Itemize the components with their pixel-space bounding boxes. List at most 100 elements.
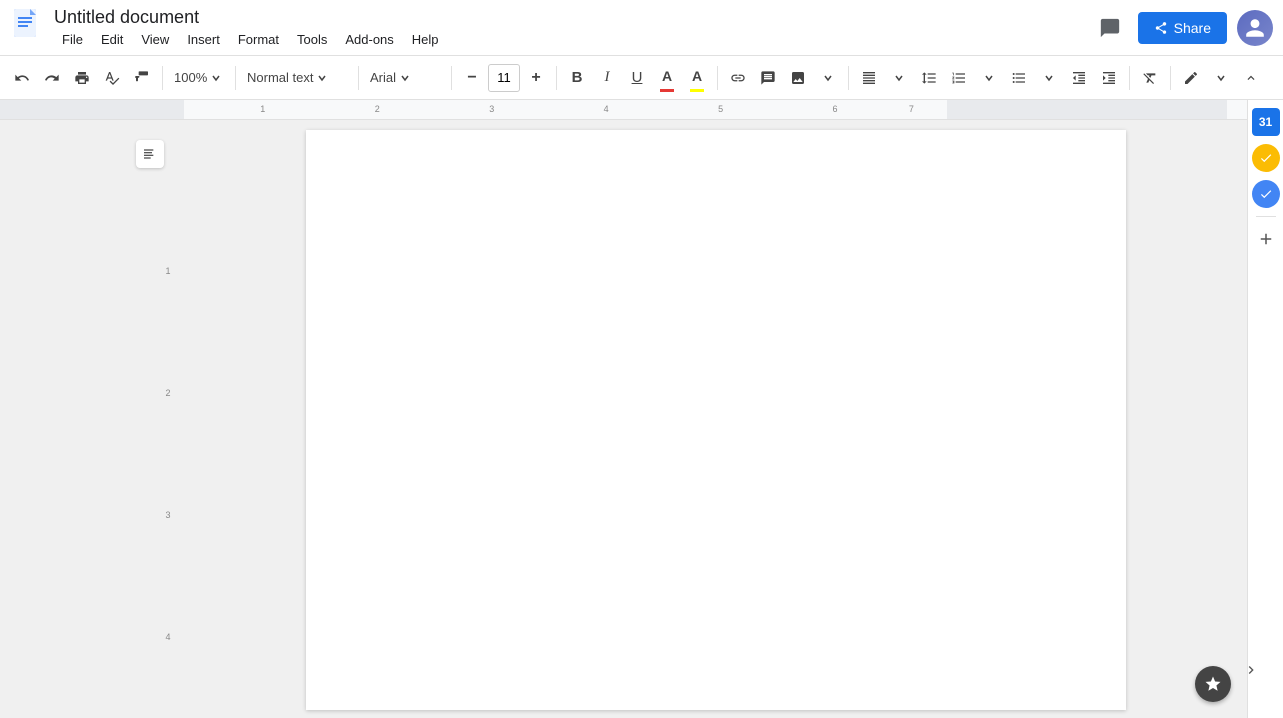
table-of-contents-button[interactable]	[136, 140, 164, 168]
share-button[interactable]: Share	[1138, 12, 1227, 44]
vruler-1: 1	[165, 266, 170, 276]
ruler-track	[1227, 100, 1247, 119]
left-panel: 1 2 3 4	[0, 120, 184, 718]
doc-title[interactable]: Untitled document	[54, 7, 447, 28]
print-button[interactable]	[68, 64, 96, 92]
header: Untitled document File Edit View Insert …	[0, 0, 1283, 56]
ruler: 1 2 3 4 5 6 7	[0, 100, 1247, 120]
vruler-4: 4	[165, 632, 170, 642]
text-color-indicator	[660, 89, 674, 92]
spellcheck-button[interactable]	[98, 64, 126, 92]
underline-button[interactable]: U	[623, 64, 651, 92]
align-dropdown-button[interactable]	[885, 64, 913, 92]
menu-file[interactable]: File	[54, 30, 91, 49]
document-page[interactable]	[306, 130, 1126, 710]
clear-format-button[interactable]	[1136, 64, 1164, 92]
divider-1	[162, 66, 163, 90]
toolbar-collapse-button[interactable]	[1237, 64, 1265, 92]
unordered-list-button[interactable]	[1005, 64, 1033, 92]
highlight-icon: A	[692, 68, 702, 84]
expand-sidebar-button[interactable]	[1239, 658, 1263, 682]
menu-insert[interactable]: Insert	[179, 30, 228, 49]
bold-button[interactable]: B	[563, 64, 591, 92]
zoom-value: 100%	[174, 70, 207, 85]
doc-icon	[10, 7, 46, 48]
font-size-increase-button[interactable]: +	[522, 64, 550, 92]
menu-tools[interactable]: Tools	[289, 30, 335, 49]
ruler-mark-5: 5	[718, 104, 723, 114]
share-label: Share	[1174, 20, 1211, 36]
add-sidebar-button[interactable]	[1252, 225, 1280, 253]
comment-button[interactable]	[1092, 10, 1128, 46]
content-row: 1 2 3 4 5 6 7 1 2	[0, 100, 1283, 718]
divider-5	[556, 66, 557, 90]
line-spacing-button[interactable]	[915, 64, 943, 92]
calendar-label: 31	[1259, 115, 1272, 129]
align-button[interactable]	[855, 64, 883, 92]
ruler-right-margin	[947, 100, 1227, 119]
ruler-mark-7: 7	[909, 104, 914, 114]
ruler-left-margin	[0, 100, 184, 119]
ruler-mark-4: 4	[604, 104, 609, 114]
toolbar: 100% Normal text Arial − + B I U A	[0, 56, 1283, 100]
header-right: Share	[1092, 10, 1273, 46]
format-paint-button[interactable]	[128, 64, 156, 92]
text-color-button[interactable]: A	[653, 64, 681, 92]
zoom-selector[interactable]: 100%	[169, 62, 229, 94]
menu-addons[interactable]: Add-ons	[337, 30, 401, 49]
divider-2	[235, 66, 236, 90]
vruler-2: 2	[165, 388, 170, 398]
document-area[interactable]	[184, 120, 1247, 718]
ruler-mark-2: 2	[375, 104, 380, 114]
font-family-value: Arial	[370, 70, 396, 85]
divider-8	[1129, 66, 1130, 90]
menu-bar: File Edit View Insert Format Tools Add-o…	[54, 30, 447, 49]
google-calendar-button[interactable]: 31	[1252, 108, 1280, 136]
italic-button[interactable]: I	[593, 64, 621, 92]
text-style-selector[interactable]: Normal text	[242, 62, 352, 94]
link-button[interactable]	[724, 64, 752, 92]
ordered-list-dropdown-button[interactable]	[975, 64, 1003, 92]
divider-7	[848, 66, 849, 90]
font-size-decrease-button[interactable]: −	[458, 64, 486, 92]
document-column: 1 2 3 4 5 6 7 1 2	[0, 100, 1247, 718]
unordered-list-dropdown-button[interactable]	[1035, 64, 1063, 92]
font-size-input[interactable]	[488, 64, 520, 92]
undo-button[interactable]	[8, 64, 36, 92]
inline-comment-button[interactable]	[754, 64, 782, 92]
ruler-mark-3: 3	[489, 104, 494, 114]
text-style-value: Normal text	[247, 70, 313, 85]
ordered-list-button[interactable]	[945, 64, 973, 92]
menu-help[interactable]: Help	[404, 30, 447, 49]
edit-mode-dropdown-button[interactable]	[1207, 64, 1235, 92]
avatar[interactable]	[1237, 10, 1273, 46]
indent-more-button[interactable]	[1095, 64, 1123, 92]
divider-3	[358, 66, 359, 90]
redo-button[interactable]	[38, 64, 66, 92]
ai-assist-button[interactable]	[1195, 666, 1231, 702]
sidebar-divider	[1256, 216, 1276, 217]
vruler-3: 3	[165, 510, 170, 520]
divider-6	[717, 66, 718, 90]
font-family-selector[interactable]: Arial	[365, 62, 445, 94]
ai-assist-container	[1195, 666, 1231, 702]
highlight-indicator	[690, 89, 704, 92]
app-layout: Untitled document File Edit View Insert …	[0, 0, 1283, 718]
google-tasks-button[interactable]	[1252, 144, 1280, 172]
ruler-mark-1: 1	[260, 104, 265, 114]
image-button[interactable]	[784, 64, 812, 92]
highlight-button[interactable]: A	[683, 64, 711, 92]
ruler-content: 1 2 3 4 5 6 7	[184, 100, 947, 119]
text-color-icon: A	[662, 68, 672, 84]
keep-button[interactable]	[1252, 180, 1280, 208]
ruler-mark-6: 6	[833, 104, 838, 114]
indent-less-button[interactable]	[1065, 64, 1093, 92]
menu-format[interactable]: Format	[230, 30, 287, 49]
title-area: Untitled document File Edit View Insert …	[54, 7, 447, 49]
menu-edit[interactable]: Edit	[93, 30, 131, 49]
divider-9	[1170, 66, 1171, 90]
edit-mode-button[interactable]	[1177, 64, 1205, 92]
image-dropdown-button[interactable]	[814, 64, 842, 92]
divider-4	[451, 66, 452, 90]
menu-view[interactable]: View	[133, 30, 177, 49]
